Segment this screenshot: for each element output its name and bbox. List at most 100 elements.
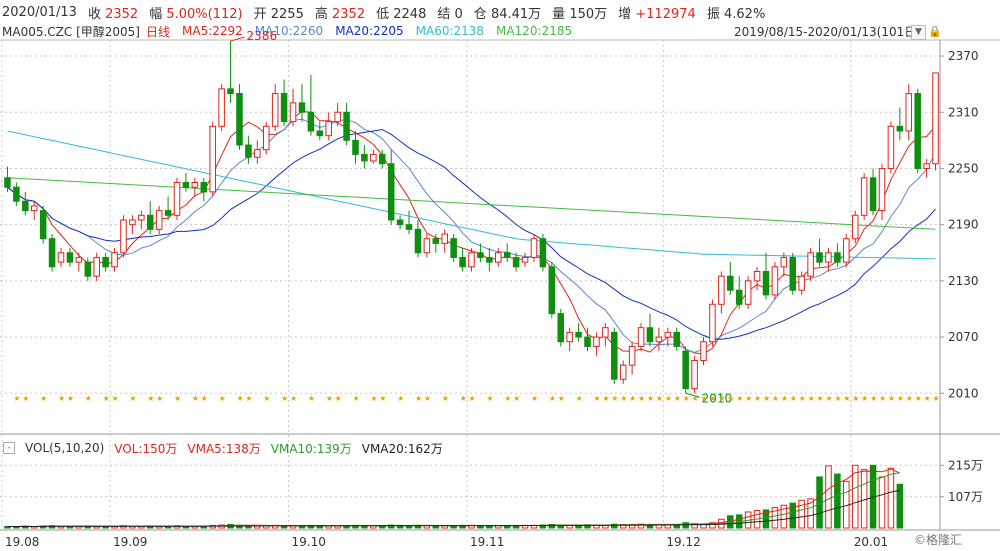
signal-star-icon: ★ xyxy=(799,394,806,403)
signal-star-icon: ★ xyxy=(817,394,824,403)
candle-body xyxy=(111,252,118,268)
signal-star-icon: ★ xyxy=(647,394,654,403)
signal-star-icon: ★ xyxy=(727,394,734,403)
signal-star-icon: ★ xyxy=(861,394,868,403)
candle-body xyxy=(155,210,163,230)
ma10-line xyxy=(7,118,936,354)
y-tick-label: 2010 xyxy=(948,386,979,400)
signal-star-icon: ★ xyxy=(718,394,725,403)
candle-body xyxy=(646,327,654,343)
candle-body xyxy=(619,364,627,380)
volume-bar xyxy=(370,525,377,529)
signal-star-icon: ★ xyxy=(611,394,618,403)
candle-body xyxy=(48,238,56,268)
ma60-line xyxy=(7,130,936,260)
signal-star-icon: ★ xyxy=(103,394,110,403)
signal-star-icon: ★ xyxy=(683,394,690,403)
candle-body xyxy=(254,149,261,158)
signal-star-icon: ★ xyxy=(602,394,609,403)
max-annotation: 2386 xyxy=(247,29,278,43)
signal-star-icon: ★ xyxy=(469,394,476,403)
signal-star-icon: ★ xyxy=(486,394,493,403)
signal-star-icon: ★ xyxy=(85,394,92,403)
signal-star-icon: ★ xyxy=(629,394,636,403)
candle-body xyxy=(860,177,868,216)
candle-body xyxy=(325,121,332,137)
signal-star-icon: ★ xyxy=(593,394,600,403)
candle-body xyxy=(575,331,582,338)
candle-body xyxy=(191,182,199,188)
signal-star-icon: ★ xyxy=(504,394,511,403)
candle-body xyxy=(459,256,466,268)
candle-body xyxy=(771,266,779,296)
signal-star-icon: ★ xyxy=(379,394,386,403)
volume-bar xyxy=(334,525,341,529)
candle-body xyxy=(744,280,752,305)
y-tick-label: 2310 xyxy=(948,105,979,119)
x-tick-label: 19.10 xyxy=(292,535,326,549)
candle-body xyxy=(628,345,636,366)
signal-star-icon: ★ xyxy=(674,394,681,403)
signal-star-icon: ★ xyxy=(531,394,538,403)
signal-star-icon: ★ xyxy=(549,394,556,403)
vma20-line xyxy=(7,489,900,528)
signal-star-icon: ★ xyxy=(308,394,315,403)
candle-body xyxy=(691,359,698,390)
y-tick-label: 2130 xyxy=(948,274,979,288)
candle-body xyxy=(718,275,725,305)
candle-body xyxy=(361,153,368,162)
signal-star-icon: ★ xyxy=(219,394,226,403)
signal-star-icon: ★ xyxy=(933,394,940,403)
signal-star-icon: ★ xyxy=(924,394,931,403)
candle-body xyxy=(84,261,92,277)
candle-body xyxy=(66,252,74,263)
candle-body xyxy=(869,177,877,212)
volume-bar xyxy=(887,467,895,529)
candle-body xyxy=(102,256,109,268)
signal-star-icon: ★ xyxy=(665,394,672,403)
candle-body xyxy=(611,331,618,380)
candle-body xyxy=(682,350,689,390)
candle-body xyxy=(896,125,904,132)
candle-body xyxy=(593,336,600,347)
signal-star-icon: ★ xyxy=(879,394,886,403)
candle-body xyxy=(316,130,324,137)
y-tick-label: 2370 xyxy=(948,49,979,63)
signal-star-icon: ★ xyxy=(156,394,163,403)
candle-body xyxy=(334,111,341,123)
signal-star-icon: ★ xyxy=(263,394,270,403)
candle-body xyxy=(93,256,100,277)
kline-chart[interactable]: 2370 2310 2250 2190 2130 2070 2010 19.08 19.09 19… xyxy=(0,0,1000,551)
candle-body xyxy=(503,252,511,258)
candle-body xyxy=(905,93,913,132)
candle-body xyxy=(146,214,154,230)
candle-body xyxy=(664,331,672,338)
signal-star-icon: ★ xyxy=(245,394,252,403)
signal-star-icon: ★ xyxy=(415,394,422,403)
candle-body xyxy=(370,153,377,162)
candle-body xyxy=(298,102,306,113)
ma5-line xyxy=(7,110,936,355)
candle-body xyxy=(262,125,270,151)
candle-body xyxy=(129,219,136,226)
watermark: ©格隆汇 xyxy=(914,533,963,547)
signal-star-icon: ★ xyxy=(745,394,752,403)
signal-star-icon: ★ xyxy=(370,394,377,403)
candle-body xyxy=(450,238,457,258)
candle-body xyxy=(548,266,556,315)
candle-body xyxy=(396,219,404,226)
signal-star-icon: ★ xyxy=(281,394,288,403)
signal-star-icon: ★ xyxy=(825,394,832,403)
ma120-line xyxy=(7,177,936,230)
vol-tick-label: 215万 xyxy=(948,458,983,472)
candle-body xyxy=(834,252,841,263)
candle-body xyxy=(495,252,502,263)
x-tick-label: 20.01 xyxy=(854,535,888,549)
candle-body xyxy=(700,341,707,361)
candle-body xyxy=(432,238,440,244)
signal-star-icon: ★ xyxy=(326,394,333,403)
candle-body xyxy=(236,93,243,146)
x-tick-label: 19.12 xyxy=(666,535,700,549)
candle-body xyxy=(530,238,538,258)
candle-body xyxy=(209,125,216,193)
